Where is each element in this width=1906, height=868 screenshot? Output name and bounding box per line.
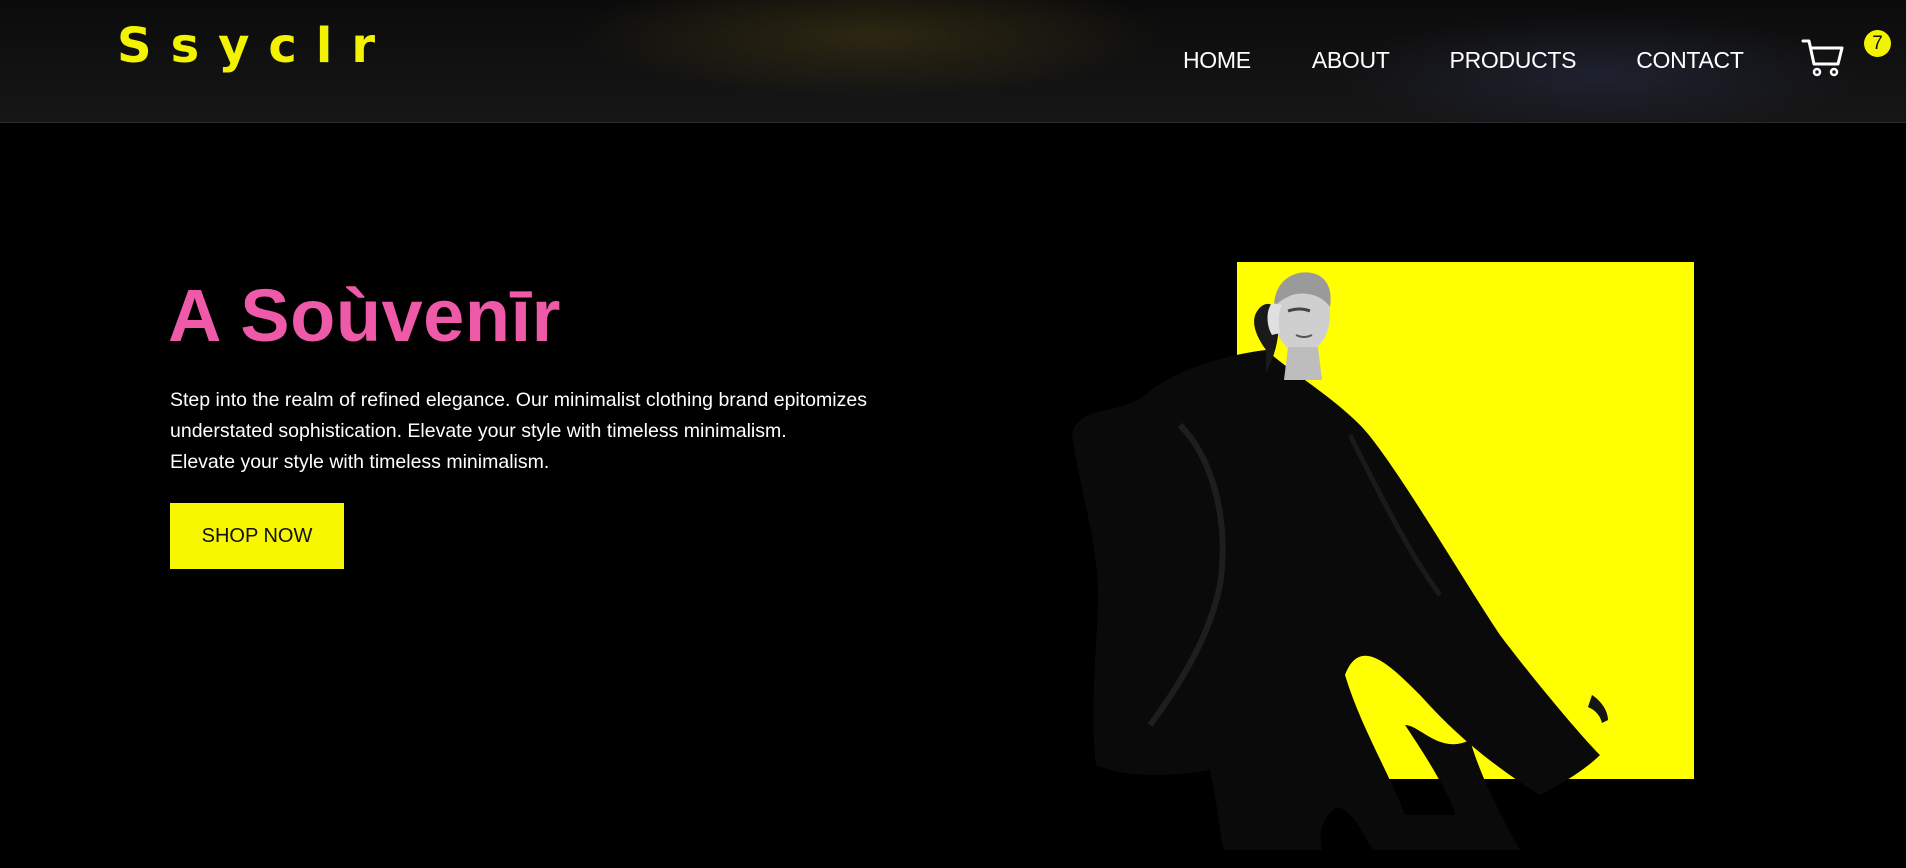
nav-about-link[interactable]: ABOUT xyxy=(1312,47,1390,73)
cart-icon[interactable] xyxy=(1801,37,1845,79)
nav-home-link[interactable]: HOME xyxy=(1183,47,1251,73)
main-nav: HOME ABOUT PRODUCTS CONTACT xyxy=(1183,47,1744,73)
hero-image xyxy=(1060,255,1700,855)
hero-description-line: Elevate your style with timeless minimal… xyxy=(170,451,550,473)
shop-now-button[interactable]: SHOP NOW xyxy=(170,503,344,569)
nav-products-link[interactable]: PRODUCTS xyxy=(1450,47,1577,73)
hero-description-line: understated sophistication. Elevate your… xyxy=(170,420,787,442)
hero-description-line: Step into the realm of refined elegance.… xyxy=(170,389,867,411)
hero-description: Step into the realm of refined elegance.… xyxy=(170,385,950,478)
cart-count-badge: 7 xyxy=(1864,30,1891,57)
nav-contact-link[interactable]: CONTACT xyxy=(1636,47,1744,73)
model-figure-image xyxy=(1072,272,1608,850)
brand-logo[interactable]: Ssyclr xyxy=(117,22,394,70)
site-header: Ssyclr HOME ABOUT PRODUCTS CONTACT 7 xyxy=(0,0,1906,123)
page: Ssyclr HOME ABOUT PRODUCTS CONTACT 7 A S… xyxy=(0,0,1906,868)
hero-title: A Soùvenīr xyxy=(168,274,561,357)
